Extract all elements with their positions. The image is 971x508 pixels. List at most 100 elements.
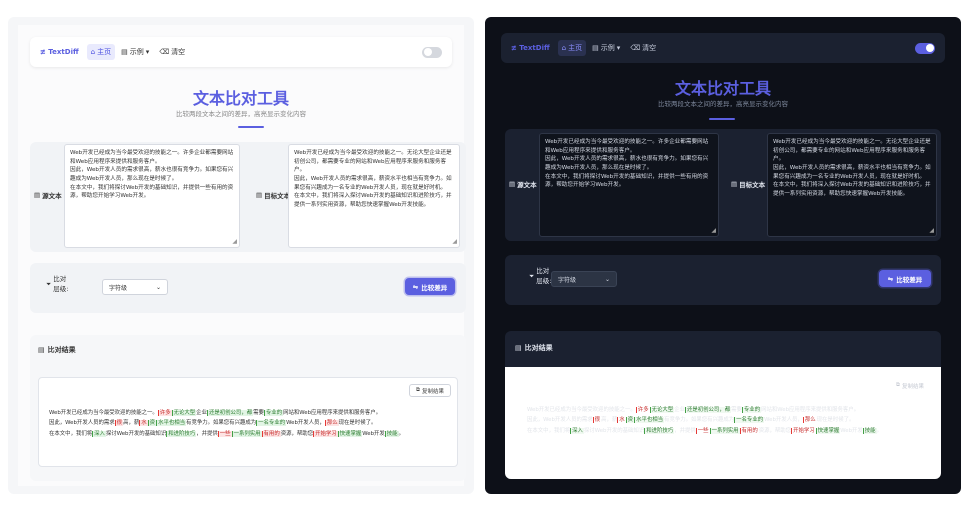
result-heading-text: 比对结果 bbox=[47, 346, 76, 354]
target-text: Web开发已经成为当今最受欢迎的技能之一。无论大型企业还是初创公司，都需要专业的… bbox=[773, 139, 931, 197]
diff-inserted: 水平也相当 bbox=[634, 417, 665, 424]
target-textarea[interactable]: Web开发已经成为当今最受欢迎的技能之一。无论大型企业还是初创公司，都需要专业的… bbox=[767, 133, 937, 237]
nav-home[interactable]: ⌂ 主页 bbox=[557, 40, 587, 56]
page-subtitle: 比较两段文本之间的差异，高亮显示变化内容 bbox=[658, 100, 788, 108]
diff-deleted: 有用的 bbox=[739, 427, 759, 434]
resize-handle-icon[interactable]: ◢ bbox=[452, 237, 457, 246]
diff-line-1: Web开发已经成为当今最受欢迎的技能之一。 许多 无论大型企业 还是初创公司，都需要专… bbox=[49, 408, 451, 418]
diff-inserted: 还是初创公司，都 bbox=[684, 407, 732, 413]
compare-button-label: 比较差异 bbox=[421, 283, 448, 292]
title-underline bbox=[238, 126, 264, 128]
diff-line-2: 因此，Web开发人员的需求 很高，薪水资水平也相当有竞争力。如果您有兴趣成为 一名专… bbox=[527, 415, 927, 425]
diff-deleted: 很 bbox=[592, 417, 602, 424]
level-select[interactable]: 字符级 ⌄ bbox=[102, 279, 168, 295]
diff-inserted: 和进阶技巧 bbox=[166, 430, 197, 437]
diff-same: Web开发已经成为当今最受欢迎的技能之一。 bbox=[49, 410, 158, 416]
chevron-down-icon: ⌄ bbox=[155, 283, 161, 291]
diff-line-2: 因此，Web开发人员的需求 很高，薪水资水平也相当有竞争力。如果您有兴趣成为 一名专… bbox=[49, 418, 451, 428]
diff-deleted: 很 bbox=[114, 420, 124, 427]
nav-home[interactable]: ⌂ 主页 bbox=[86, 44, 116, 60]
eraser-icon: ⌫ bbox=[159, 48, 170, 56]
options-card: ⏷ 比对层级: 字符级 ⌄ ⇋ 比较差异 bbox=[30, 263, 466, 313]
diff-same: Web开发 bbox=[840, 427, 863, 434]
resize-handle-icon[interactable]: ◢ bbox=[929, 226, 934, 235]
diff-output: Web开发已经成为当今最受欢迎的技能之一。 许多 无论大型企业 还是初创公司，都需要专… bbox=[49, 408, 451, 439]
level-label-text: 比对层级: bbox=[53, 275, 69, 293]
compare-button[interactable]: ⇋ 比较差异 bbox=[879, 270, 931, 287]
diff-inserted: 资 bbox=[625, 417, 635, 424]
diff-same: 因此，Web开发人员的需求 bbox=[527, 417, 593, 424]
light-theme-preview: ≢ TextDiff ⌂ 主页 ▤ 示例 ▾ ⌫ 清空 文本比对工具 比较两段文… bbox=[8, 17, 474, 494]
diff-inserted: 专业的 bbox=[263, 410, 284, 416]
copy-icon: ⧉ bbox=[416, 387, 420, 393]
source-text: Web开发已经成为当今最受欢迎的技能之一。许多企业都需要网站和Web应用程序来提… bbox=[70, 150, 234, 200]
source-label-text: 源文本 bbox=[42, 192, 62, 200]
copy-result-button[interactable]: ⧉ 复制结果 bbox=[409, 384, 451, 397]
diff-inserted: 和进阶技巧 bbox=[644, 427, 675, 434]
nav-clear[interactable]: ⌫ 清空 bbox=[626, 40, 660, 56]
copy-icon: ⧉ bbox=[896, 382, 900, 388]
diff-inserted: 水平也相当 bbox=[156, 420, 187, 427]
source-label: ▤ 源文本 bbox=[509, 179, 537, 189]
diff-output: Web开发已经成为当今最受欢迎的技能之一。 许多 无论大型企业 还是初创公司，都需要专… bbox=[527, 405, 927, 436]
target-textarea[interactable]: Web开发已经成为当今最受欢迎的技能之一。无论大型企业还是初创公司，都需要专业的… bbox=[288, 144, 460, 248]
nav-clear[interactable]: ⌫ 清空 bbox=[155, 44, 189, 60]
diff-deleted: 许多 bbox=[157, 410, 172, 416]
copy-button-label: 复制结果 bbox=[421, 388, 444, 395]
result-box: ⧉ 复制结果 Web开发已经成为当今最受欢迎的技能之一。 许多 无论大型企业 还是初创… bbox=[505, 367, 941, 479]
brand-logo[interactable]: ≢ TextDiff bbox=[40, 48, 79, 56]
source-textarea[interactable]: Web开发已经成为当今最受欢迎的技能之一。许多企业都需要网站和Web应用程序来提… bbox=[64, 144, 240, 248]
diff-inserted: 资 bbox=[147, 420, 157, 427]
nav-examples[interactable]: ▤ 示例 ▾ bbox=[117, 44, 153, 60]
diff-same: 高，薪 bbox=[601, 417, 618, 424]
target-label: ▤ 目标文本 bbox=[256, 190, 290, 200]
document-icon: ▤ bbox=[731, 180, 738, 188]
diff-deleted: 许多 bbox=[635, 407, 650, 413]
diff-inserted: 快速掌握 bbox=[337, 430, 363, 437]
nav-examples[interactable]: ▤ 示例 ▾ bbox=[588, 40, 624, 56]
diff-same: 需要 bbox=[731, 407, 742, 413]
compare-button-label: 比较差异 bbox=[896, 275, 923, 284]
diff-line-3: 在本文中，我们将 深入探讨Web开发的基础知识 和进阶技巧，并提供 一些 一系列实用 有用… bbox=[527, 426, 927, 436]
diff-deleted: 开始学习 bbox=[791, 427, 816, 434]
diff-same: 。 bbox=[876, 427, 882, 434]
resize-handle-icon[interactable]: ◢ bbox=[232, 237, 237, 246]
level-select[interactable]: 字符级 ⌄ bbox=[551, 271, 617, 287]
chart-icon: ▤ bbox=[515, 344, 522, 352]
diff-inserted: 专业的 bbox=[741, 407, 762, 413]
diff-same: 探讨Web开发的基础知识 bbox=[105, 430, 167, 437]
text-input-card: ▤ 源文本 Web开发已经成为当今最受欢迎的技能之一。许多企业都需要网站和Web… bbox=[30, 142, 466, 252]
home-icon: ⌂ bbox=[561, 44, 567, 52]
dark-theme-preview: ≢ TextDiff ⌂ 主页 ▤ 示例 ▾ ⌫ 清空 文本比对工具 比较两段文… bbox=[485, 17, 961, 494]
filter-icon: ⏷ bbox=[46, 279, 52, 288]
diff-same: 企业 bbox=[196, 410, 207, 416]
diff-deleted: 那么 bbox=[802, 417, 817, 424]
source-textarea[interactable]: Web开发已经成为当今最受欢迎的技能之一。许多企业都需要网站和Web应用程序来提… bbox=[539, 133, 719, 237]
options-card: ⏷ 比对层级: 字符级 ⌄ ⇋ 比较差异 bbox=[505, 255, 941, 305]
diff-inserted: 技能 bbox=[384, 430, 399, 437]
nav-clear-label: 清空 bbox=[171, 48, 186, 56]
diff-same: 。 bbox=[398, 430, 404, 437]
brand-logo[interactable]: ≢ TextDiff bbox=[511, 44, 550, 52]
result-heading: ▤ 比对结果 bbox=[515, 343, 553, 353]
resize-handle-icon[interactable]: ◢ bbox=[711, 226, 716, 235]
theme-toggle[interactable] bbox=[422, 46, 442, 58]
compare-button[interactable]: ⇋ 比较差异 bbox=[405, 278, 455, 295]
theme-toggle[interactable] bbox=[915, 42, 935, 54]
diff-inserted: 一名专业的 bbox=[734, 417, 765, 424]
diff-inserted: 还是初创公司，都 bbox=[206, 410, 254, 416]
diff-same: Web开发人员， bbox=[764, 417, 803, 424]
diff-line-3: 在本文中，我们将 深入探讨Web开发的基础知识 和进阶技巧，并提供 一些 一系列实用 有用… bbox=[49, 429, 451, 439]
level-select-value: 字符级 bbox=[109, 284, 128, 292]
diff-inserted: 一名专业的 bbox=[256, 420, 287, 427]
diff-deleted: 那么 bbox=[324, 420, 339, 427]
diff-same: 需要 bbox=[253, 410, 264, 416]
diff-deleted: 水 bbox=[139, 420, 148, 427]
file-icon: ▤ bbox=[592, 44, 599, 52]
source-label-text: 源文本 bbox=[517, 181, 537, 189]
diff-same: ，并提供 bbox=[196, 430, 218, 437]
copy-result-button[interactable]: ⧉ 复制结果 bbox=[889, 379, 931, 392]
diff-same: 有竞争力。如果您有兴趣成为 bbox=[186, 420, 257, 427]
chevron-down-icon: ▾ bbox=[145, 48, 150, 56]
nav-home-label: 主页 bbox=[568, 44, 583, 52]
